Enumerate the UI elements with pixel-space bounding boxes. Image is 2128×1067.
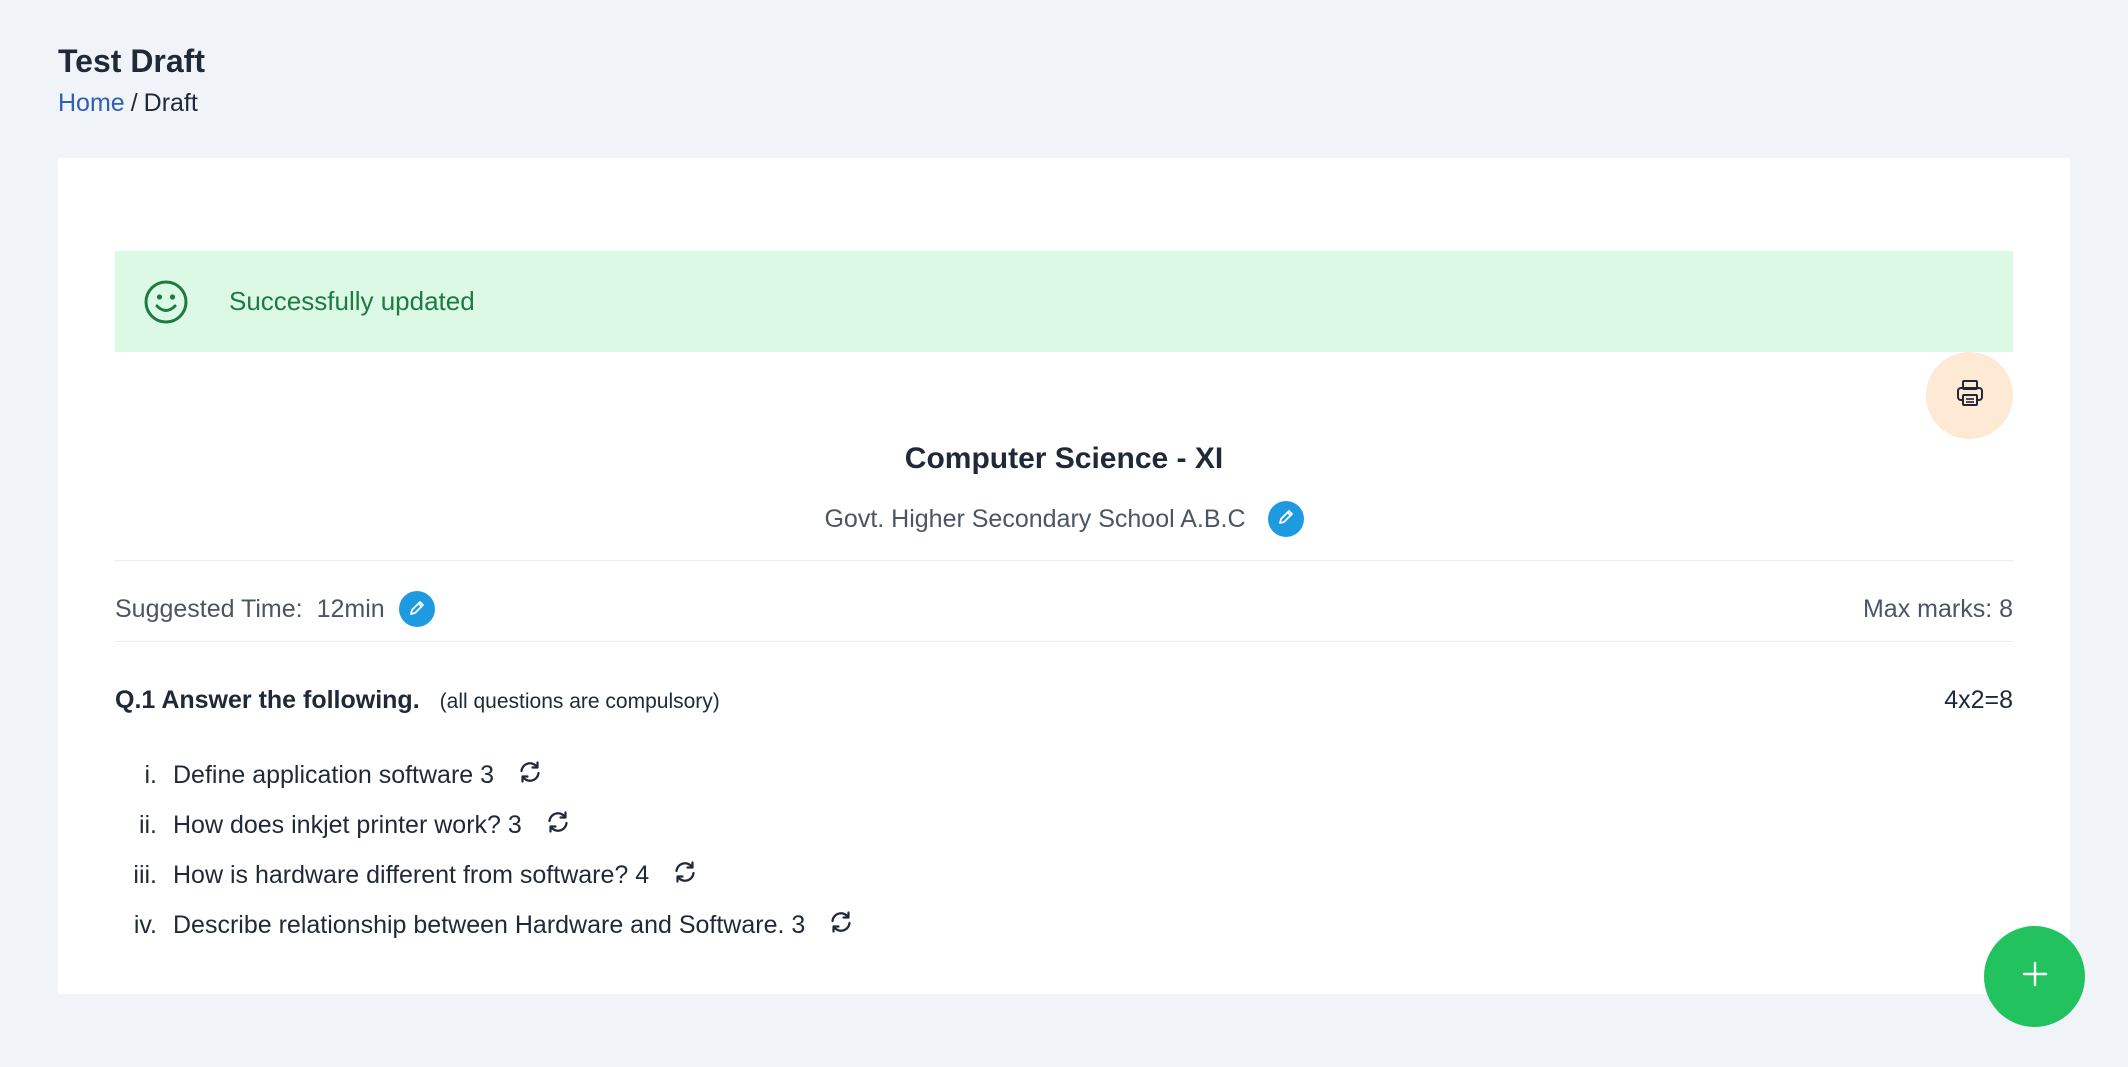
page-header: Test Draft Home / Draft	[58, 40, 205, 120]
school-name: Govt. Higher Secondary School A.B.C	[824, 504, 1246, 533]
edit-time-button[interactable]	[398, 591, 435, 627]
add-question-button[interactable]	[1984, 926, 2085, 1027]
question-title: Q.1 Answer the following.	[115, 686, 420, 714]
time-row: Suggested Time: 12min Max marks: 8	[115, 583, 2013, 635]
question-heading: Q.1 Answer the following. (all questions…	[115, 686, 720, 715]
suggested-time: Suggested Time: 12min	[115, 591, 435, 627]
school-row: Govt. Higher Secondary School A.B.C	[58, 501, 2070, 537]
breadcrumb-separator: /	[130, 89, 138, 117]
sub-question-number: i.	[144, 760, 158, 789]
breadcrumb: Home / Draft	[58, 86, 205, 120]
refresh-icon	[672, 859, 698, 892]
printer-icon	[1954, 377, 1986, 414]
question-header: Q.1 Answer the following. (all questions…	[115, 686, 2013, 715]
divider	[115, 560, 2013, 561]
breadcrumb-home-link[interactable]: Home	[58, 89, 125, 117]
sub-question-text: How does inkjet printer work? 3	[173, 810, 522, 839]
sub-question-number: ii.	[138, 810, 157, 839]
question-marks: 4x2=8	[1944, 686, 2013, 714]
sub-question-text: Describe relationship between Hardware a…	[173, 910, 806, 939]
refresh-icon	[545, 809, 571, 842]
breadcrumb-current: Draft	[143, 89, 198, 117]
print-button[interactable]	[1926, 352, 2013, 439]
suggested-time-label: Suggested Time:	[115, 594, 303, 623]
sub-question-number: iii.	[133, 860, 157, 889]
page-title: Test Draft	[58, 43, 205, 79]
list-item: ii. How does inkjet printer work? 3	[115, 800, 2013, 850]
list-item: iii. How is hardware different from soft…	[115, 850, 2013, 900]
smile-icon	[143, 279, 189, 325]
plus-icon	[2020, 959, 2050, 994]
max-marks: Max marks: 8	[1862, 594, 2013, 623]
edit-school-button[interactable]	[1267, 501, 1304, 537]
suggested-time-value: 12min	[316, 594, 385, 623]
divider	[115, 641, 2013, 642]
question-note: (all questions are compulsory)	[439, 690, 720, 713]
refresh-icon	[828, 909, 854, 942]
refresh-question-button[interactable]	[544, 809, 572, 842]
list-item: iv. Describe relationship between Hardwa…	[115, 900, 2013, 950]
refresh-question-button[interactable]	[671, 859, 699, 892]
sub-question-text: How is hardware different from software?…	[173, 860, 650, 889]
list-item: i. Define application software 3	[115, 750, 2013, 800]
sub-question-number: iv.	[133, 910, 157, 939]
pencil-icon	[408, 595, 426, 624]
refresh-question-button[interactable]	[827, 909, 855, 942]
refresh-question-button[interactable]	[516, 759, 544, 792]
success-alert: Successfully updated	[115, 251, 2013, 352]
sub-question-text: Define application software 3	[173, 760, 495, 789]
refresh-icon	[517, 759, 543, 792]
sub-question-list: i. Define application software 3 ii. How…	[115, 750, 2013, 950]
alert-message: Successfully updated	[229, 286, 475, 316]
draft-card: Successfully updated Computer Science - …	[58, 158, 2070, 994]
pencil-icon	[1277, 508, 1295, 531]
paper-title: Computer Science - XI	[904, 442, 1224, 475]
